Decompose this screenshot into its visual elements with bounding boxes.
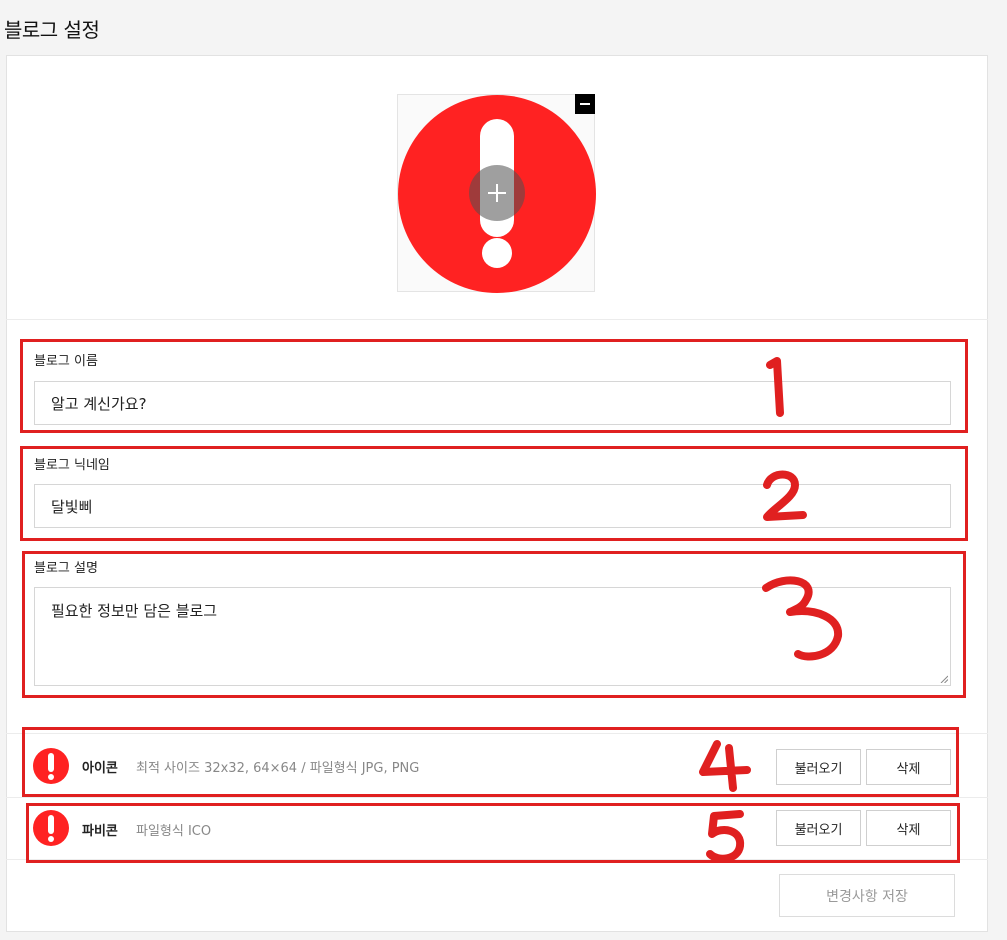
divider <box>6 797 988 798</box>
annotation-number-3 <box>762 576 843 661</box>
annotation-number-2 <box>763 470 807 521</box>
annotation-box <box>26 803 960 863</box>
annotation-number-5 <box>706 810 745 863</box>
page-title: 블로그 설정 <box>4 18 100 42</box>
annotation-number-1 <box>766 357 784 417</box>
annotation-box <box>22 727 959 797</box>
divider <box>6 319 988 320</box>
save-changes-button[interactable]: 변경사항 저장 <box>779 874 955 917</box>
annotation-box <box>20 446 968 541</box>
annotation-box <box>20 339 968 433</box>
minus-icon <box>580 103 590 105</box>
plus-icon <box>488 184 506 202</box>
remove-logo-button[interactable] <box>575 94 595 114</box>
annotation-number-4 <box>699 740 751 792</box>
add-logo-button[interactable] <box>469 165 525 221</box>
